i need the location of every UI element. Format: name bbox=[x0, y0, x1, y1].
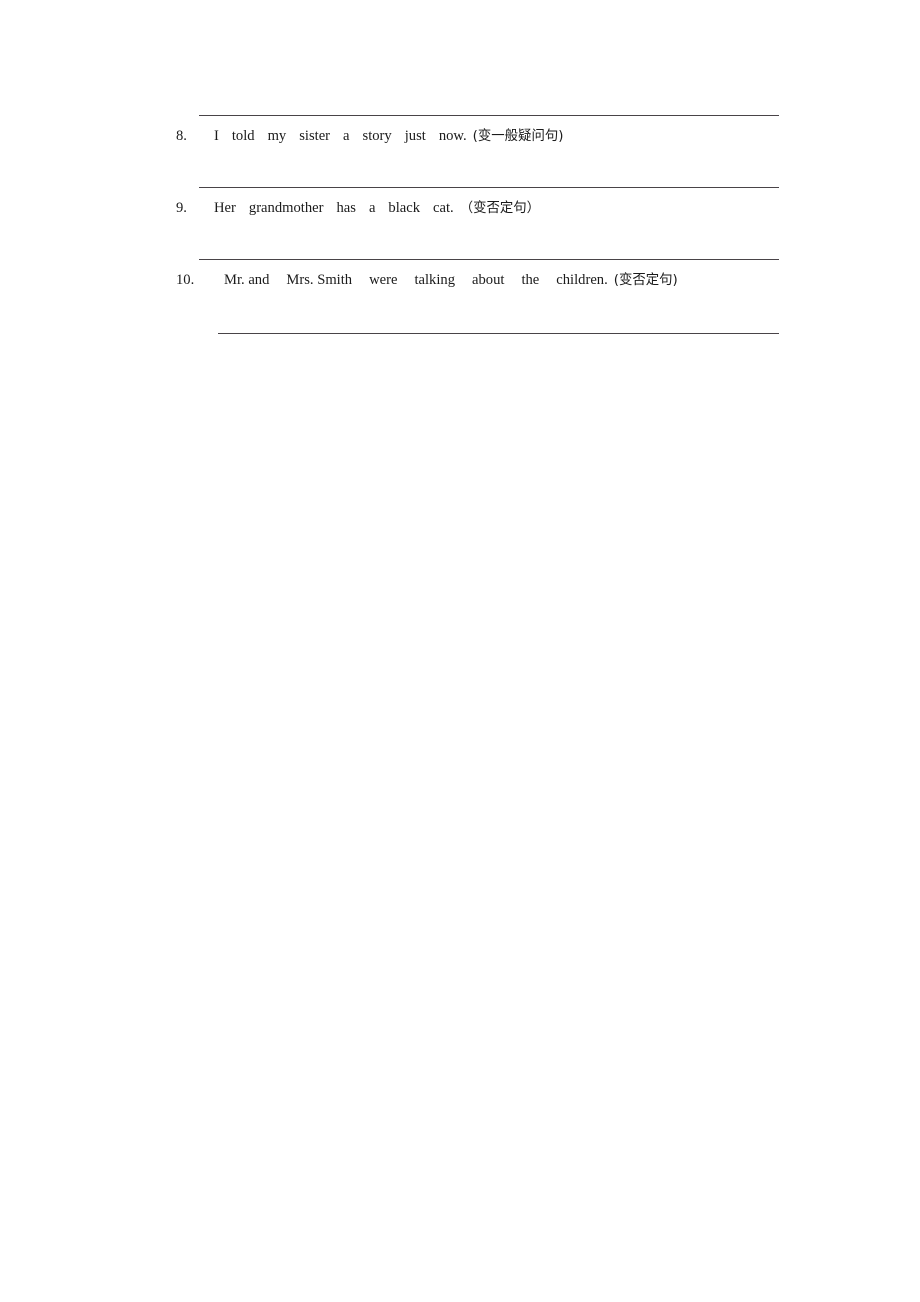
question-number-10: 10. bbox=[176, 272, 195, 288]
question-word-8-6: story bbox=[362, 128, 392, 144]
question-word-8-3: my bbox=[267, 128, 287, 144]
question-line-9: 9. Her grandmother has a black cat. （变否定句） bbox=[176, 198, 540, 219]
question-word-9-4: a bbox=[368, 200, 376, 216]
answer-rule-2 bbox=[199, 187, 779, 188]
question-word-9-5: black bbox=[388, 200, 421, 216]
question-instruction-10: (变否定句) bbox=[613, 273, 678, 288]
document-page: 8. Itold my sister a story just now. (变一般疑问句) 9.… bbox=[0, 0, 920, 1302]
question-word-9-2: grandmother bbox=[248, 200, 324, 216]
question-word-10-6: the bbox=[521, 272, 540, 288]
question-number-9: 9. bbox=[176, 200, 187, 216]
question-word-8-5: a bbox=[343, 128, 350, 144]
question-word-8-4: sister bbox=[299, 128, 331, 144]
question-line-8: 8. Itold my sister a story just now. (变一般疑问句) bbox=[176, 126, 563, 147]
answer-rule-1 bbox=[199, 115, 779, 116]
question-instruction-9: （变否定句） bbox=[459, 201, 541, 216]
question-number-8: 8. bbox=[176, 128, 187, 144]
question-line-10: 10. Mr. and Mrs. Smith were talking about the c… bbox=[176, 270, 678, 291]
question-word-10-7: children. bbox=[556, 272, 608, 288]
question-word-8-8: now. bbox=[438, 128, 467, 144]
question-word-9-6: cat. bbox=[433, 200, 454, 216]
question-word-8-2: told bbox=[231, 128, 255, 144]
answer-rule-3 bbox=[199, 259, 779, 260]
question-word-9-3: has bbox=[336, 200, 356, 216]
question-word-10-1: Mr. and bbox=[224, 272, 270, 288]
question-word-9-1: Her bbox=[214, 200, 236, 216]
question-word-10-5: about bbox=[472, 272, 505, 288]
question-instruction-8: (变一般疑问句) bbox=[472, 129, 564, 144]
question-word-8-1: I bbox=[214, 128, 219, 144]
question-word-10-3: were bbox=[369, 272, 398, 288]
answer-rule-4 bbox=[218, 333, 779, 334]
question-word-10-2: Mrs. Smith bbox=[286, 272, 353, 288]
question-word-8-7: just bbox=[404, 128, 426, 144]
question-word-10-4: talking bbox=[414, 272, 455, 288]
